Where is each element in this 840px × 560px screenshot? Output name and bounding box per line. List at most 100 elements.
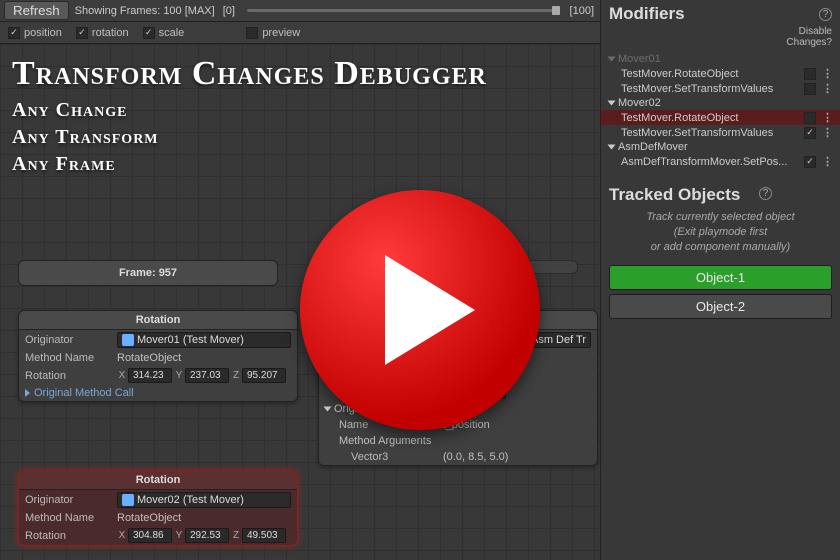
x-field[interactable]: 304.86 xyxy=(128,528,172,543)
hint-line: Track currently selected object xyxy=(646,211,794,223)
scale-toggle[interactable]: scale xyxy=(143,27,185,39)
modifier-name: TestMover.RotateObject xyxy=(621,112,798,124)
x-field[interactable]: 314.23 xyxy=(128,368,172,383)
modifier-group[interactable]: AsmDefMover xyxy=(601,140,840,154)
rotation-toggle[interactable]: rotation xyxy=(76,27,129,39)
checkbox-icon xyxy=(143,27,155,39)
triangle-down-icon xyxy=(608,145,616,150)
disable-checkbox[interactable] xyxy=(804,127,816,139)
disable-checkbox[interactable] xyxy=(804,112,816,124)
disable-checkbox[interactable] xyxy=(804,156,816,168)
panel-title: Rotation xyxy=(19,471,297,490)
z-field[interactable]: 49.503 xyxy=(242,528,286,543)
xyz-group: X304.86 Y292.53 Z49.503 xyxy=(117,528,291,543)
kebab-icon[interactable]: ⋮ xyxy=(822,155,832,168)
group-name: Mover01 xyxy=(618,53,661,65)
method-name-label: Method Name xyxy=(25,352,113,364)
modifier-item[interactable]: TestMover.RotateObject ⋮ xyxy=(601,110,840,125)
oc-vec-label: Vector3 xyxy=(351,451,439,463)
original-method-call-foldout[interactable]: Original Method Call xyxy=(19,385,297,401)
xyz-group: X314.23 Y237.03 Z95.207 xyxy=(117,368,291,383)
z-field[interactable]: 95.207 xyxy=(242,368,286,383)
overlay-line-1: Any Change xyxy=(12,97,487,124)
checkbox-icon xyxy=(8,27,20,39)
modifiers-list: Mover01 TestMover.RotateObject ⋮ TestMove… xyxy=(601,52,840,169)
panel-title: Rotation xyxy=(19,311,297,330)
modifier-name: TestMover.RotateObject xyxy=(621,68,798,80)
toolbar: Refresh Showing Frames: 100 [MAX] [0] [1… xyxy=(0,0,600,22)
object-icon xyxy=(122,494,134,506)
kebab-icon[interactable]: ⋮ xyxy=(822,111,832,124)
kebab-icon[interactable]: ⋮ xyxy=(822,126,832,139)
modifier-name: TestMover.SetTransformValues xyxy=(621,83,798,95)
modifier-item[interactable]: AsmDefTransformMover.SetPos...⋮ xyxy=(601,154,840,169)
editor-left-pane: Refresh Showing Frames: 100 [MAX] [0] [1… xyxy=(0,0,600,560)
originator-label: Originator xyxy=(25,334,113,346)
tracked-object-2-button[interactable]: Object-2 xyxy=(609,294,832,319)
x-label: X xyxy=(117,530,127,541)
oc-args-label: Method Arguments xyxy=(339,435,431,447)
triangle-down-icon xyxy=(608,57,616,62)
inspector-right-pane: Modifiers ? DisableChanges? Mover01 Test… xyxy=(600,0,840,560)
x-label: X xyxy=(117,370,127,381)
originator-label: Originator xyxy=(25,494,113,506)
method-name-label: Method Name xyxy=(25,512,113,524)
kebab-icon[interactable]: ⋮ xyxy=(822,82,832,95)
modifier-group[interactable]: Mover01 xyxy=(601,52,840,66)
triangle-right-icon xyxy=(25,389,30,397)
rotation-panel-2[interactable]: Rotation Originator Mover02 (Test Mover)… xyxy=(18,470,298,546)
foldout-label: Original Method Call xyxy=(34,387,134,399)
preview-label: preview xyxy=(262,27,300,39)
frame-node[interactable]: Frame: 957 xyxy=(18,260,278,286)
z-label: Z xyxy=(231,530,241,541)
modifier-item[interactable]: TestMover.SetTransformValues ⋮ xyxy=(601,81,840,96)
object-icon xyxy=(122,334,134,346)
showing-frames-label: Showing Frames: 100 [MAX] xyxy=(75,5,215,17)
range-start-label: [0] xyxy=(223,5,235,17)
position-toggle[interactable]: position xyxy=(8,27,62,39)
disable-changes-label: DisableChanges? xyxy=(601,26,840,52)
triangle-down-icon xyxy=(608,101,616,106)
overlay-line-2: Any Transform xyxy=(12,124,487,151)
hint-line: (Exit playmode first xyxy=(674,226,768,238)
tracked-hint: Track currently selected object (Exit pl… xyxy=(609,206,832,265)
disable-checkbox[interactable] xyxy=(804,68,816,80)
play-video-button[interactable] xyxy=(300,190,540,430)
y-label: Y xyxy=(174,530,184,541)
y-field[interactable]: 292.53 xyxy=(185,528,229,543)
method-name-value: RotateObject xyxy=(117,352,181,364)
y-field[interactable]: 237.03 xyxy=(185,368,229,383)
modifier-item[interactable]: TestMover.SetTransformValues ⋮ xyxy=(601,125,840,140)
oc-vec-value: (0.0, 8.5, 5.0) xyxy=(443,451,508,463)
modifiers-title: Modifiers xyxy=(609,4,685,24)
kebab-icon[interactable]: ⋮ xyxy=(822,67,832,80)
frame-range-slider[interactable] xyxy=(247,9,558,12)
refresh-button[interactable]: Refresh xyxy=(4,1,69,20)
disable-checkbox[interactable] xyxy=(804,83,816,95)
app-root: Refresh Showing Frames: 100 [MAX] [0] [1… xyxy=(0,0,840,560)
modifier-item[interactable]: TestMover.RotateObject ⋮ xyxy=(601,66,840,81)
slider-thumb[interactable] xyxy=(552,6,560,15)
preview-toggle[interactable]: preview xyxy=(246,27,300,39)
rotation-panel-1[interactable]: Rotation Originator Mover01 (Test Mover)… xyxy=(18,310,298,402)
help-icon[interactable]: ? xyxy=(819,8,832,21)
originator-value: Mover01 (Test Mover) xyxy=(137,334,244,346)
tracked-objects: Track currently selected object (Exit pl… xyxy=(601,200,840,329)
modifiers-header: Modifiers ? xyxy=(601,0,840,26)
position-label: position xyxy=(24,27,62,39)
rotation-label: rotation xyxy=(92,27,129,39)
modifier-name: TestMover.SetTransformValues xyxy=(621,127,798,139)
modifier-group[interactable]: Mover02 xyxy=(601,96,840,110)
triangle-down-icon xyxy=(324,407,332,412)
y-label: Y xyxy=(174,370,184,381)
originator-field[interactable]: Mover02 (Test Mover) xyxy=(117,492,291,508)
originator-field[interactable]: Mover01 (Test Mover) xyxy=(117,332,291,348)
group-name: AsmDefMover xyxy=(618,141,688,153)
help-icon[interactable]: ? xyxy=(759,187,772,200)
overlay-heading: Transform Changes Debugger xyxy=(12,55,487,93)
range-end-label: [100] xyxy=(570,5,594,17)
tracked-object-1-button[interactable]: Object-1 xyxy=(609,265,832,290)
rotation-label: Rotation xyxy=(25,530,113,542)
overlay-title: Transform Changes Debugger Any Change An… xyxy=(12,55,487,178)
hint-line: or add component manually) xyxy=(651,241,790,253)
